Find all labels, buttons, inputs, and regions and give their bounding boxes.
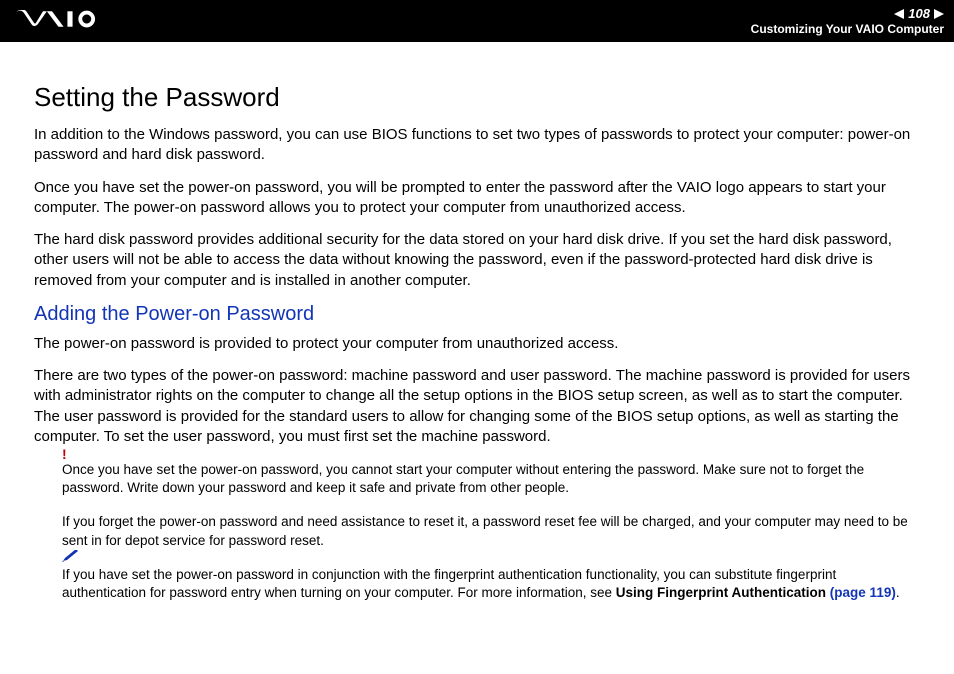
paragraph: The hard disk password provides addition…: [34, 230, 920, 291]
header-bar: 108 Customizing Your VAIO Computer: [0, 0, 954, 42]
page-link[interactable]: (page 119): [830, 585, 896, 600]
info-note: If you have set the power-on password in…: [62, 566, 920, 602]
pencil-icon: [62, 548, 80, 568]
paragraph: The power-on password is provided to pro…: [34, 334, 920, 354]
page-title: Setting the Password: [34, 82, 920, 113]
section-heading: Adding the Power-on Password: [34, 303, 920, 326]
note-bold: Using Fingerprint Authentication: [616, 585, 830, 600]
note-text: If you forget the power-on password and …: [62, 514, 908, 547]
next-page-arrow-icon[interactable]: [934, 9, 944, 19]
warning-note: ! Once you have set the power-on passwor…: [62, 461, 920, 497]
breadcrumb: Customizing Your VAIO Computer: [751, 22, 944, 36]
paragraph: There are two types of the power-on pass…: [34, 366, 920, 447]
vaio-logo: [16, 10, 119, 33]
paragraph: In addition to the Windows password, you…: [34, 125, 920, 166]
warning-note: If you forget the power-on password and …: [62, 513, 920, 549]
prev-page-arrow-icon[interactable]: [894, 9, 904, 19]
note-suffix: .: [896, 585, 900, 600]
paragraph: Once you have set the power-on password,…: [34, 178, 920, 219]
note-text: Once you have set the power-on password,…: [62, 462, 864, 495]
page-content: Setting the Password In addition to the …: [0, 42, 954, 622]
pager: 108: [894, 6, 944, 21]
page-number: 108: [908, 6, 930, 21]
warning-icon: !: [62, 445, 67, 464]
header-right: 108 Customizing Your VAIO Computer: [751, 6, 944, 36]
